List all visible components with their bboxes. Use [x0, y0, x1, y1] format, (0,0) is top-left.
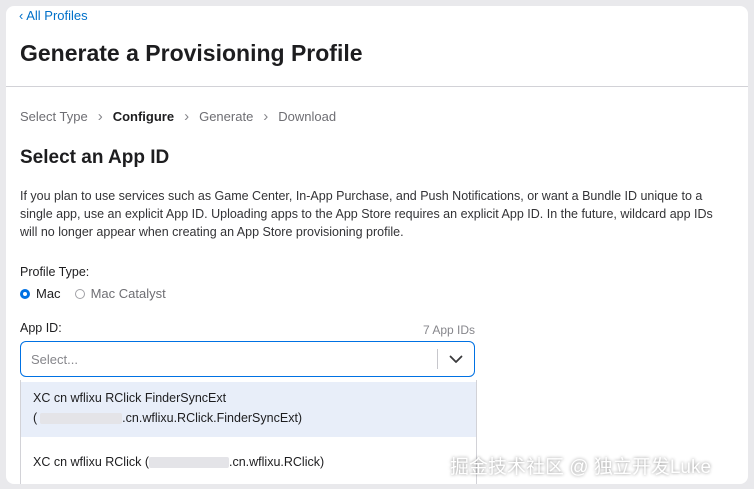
back-to-all-profiles-link[interactable]: ‹ All Profiles	[19, 8, 88, 23]
option-name: XC cn wflixu RClick (	[33, 455, 149, 469]
section-description: If you plan to use services such as Game…	[20, 189, 713, 239]
chevron-right-icon: ›	[184, 108, 190, 125]
watermark: 掘金技术社区 @ 独立开发Luke	[450, 457, 712, 478]
app-id-label: App ID:	[20, 321, 62, 335]
section-title: Select an App ID	[20, 147, 170, 168]
profile-type-label: Profile Type:	[20, 265, 90, 279]
chevron-down-icon[interactable]	[438, 355, 474, 364]
redacted-block	[149, 457, 229, 469]
app-id-select[interactable]: Select...	[20, 341, 475, 377]
app-id-count: 7 App IDs	[422, 323, 475, 337]
redacted-block	[40, 413, 123, 425]
app-id-dropdown: XC cn wflixu RClick FinderSyncExt ( .cn.w…	[20, 380, 477, 484]
option-name: XC cn wflixu RClick FinderSyncExt	[33, 391, 227, 405]
radio-unchecked-icon[interactable]	[74, 288, 85, 299]
radio-mac-catalyst-label: Mac Catalyst	[90, 286, 166, 301]
chevron-right-icon: ›	[263, 108, 269, 125]
radio-mac[interactable]: Mac	[20, 286, 61, 301]
header-divider	[6, 86, 748, 87]
option-open-paren: (	[33, 411, 38, 425]
step-configure[interactable]: Configure	[113, 109, 174, 124]
radio-mac-label: Mac	[36, 286, 61, 301]
back-link-label: All Profiles	[26, 8, 88, 23]
page-title: Generate a Provisioning Profile	[20, 40, 363, 66]
radio-mac-catalyst[interactable]: Mac Catalyst	[74, 286, 166, 301]
app-id-option[interactable]: XC cn wflixu RClick ( .cn.wflixu.RClick)	[21, 444, 476, 480]
app-id-select-placeholder: Select...	[31, 351, 78, 367]
wizard-steps: Select Type › Configure › Generate › Dow…	[20, 109, 336, 124]
option-row: XC cn wflixu RClick ( .cn.wflixu.RClick)	[33, 452, 476, 472]
chevron-right-icon: ›	[97, 108, 103, 125]
step-generate[interactable]: Generate	[199, 109, 253, 124]
option-bundle: ( .cn.wflixu.RClick.FinderSyncExt)	[33, 408, 476, 428]
app-id-option[interactable]: XC cn wflixu RClick FinderSyncExt ( .cn.w…	[21, 382, 476, 437]
step-download[interactable]: Download	[278, 109, 336, 124]
radio-checked-icon[interactable]	[20, 288, 30, 299]
step-select-type[interactable]: Select Type	[20, 109, 88, 124]
page-card: ‹ All Profiles Generate a Provisioning P…	[6, 6, 748, 484]
option-bundle-suffix: .cn.wflixu.RClick)	[229, 455, 325, 469]
profile-type-group: Mac Mac Catalyst	[20, 286, 180, 301]
option-bundle-suffix: .cn.wflixu.RClick.FinderSyncExt)	[122, 411, 303, 425]
